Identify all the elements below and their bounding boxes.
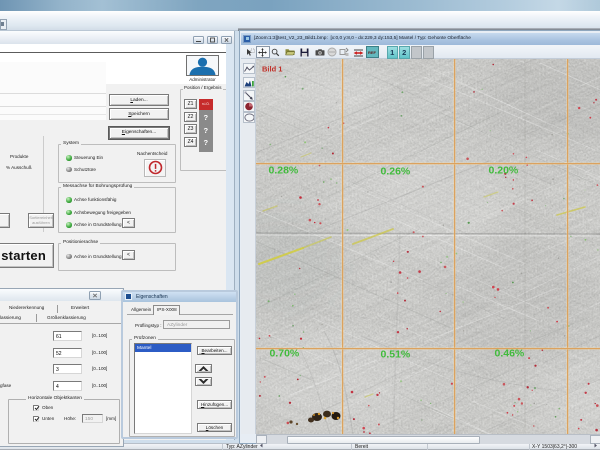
svg-text:0.51%: 0.51%: [381, 349, 411, 361]
svg-text:0.28%: 0.28%: [269, 165, 299, 177]
svg-text:Bild 1: Bild 1: [262, 65, 282, 74]
svg-text:0.20%: 0.20%: [489, 165, 519, 177]
svg-text:0.46%: 0.46%: [495, 348, 525, 360]
svg-text:0.26%: 0.26%: [381, 166, 411, 178]
svg-text:0.70%: 0.70%: [270, 348, 300, 360]
